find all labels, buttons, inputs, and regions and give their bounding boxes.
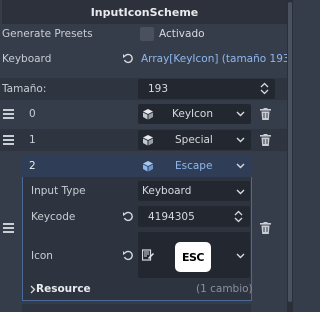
- generate-presets-checkbox[interactable]: [140, 27, 154, 41]
- chevron-right-icon[interactable]: [29, 285, 36, 294]
- item-2-type: Escape: [175, 160, 213, 172]
- trash-icon[interactable]: [260, 134, 271, 146]
- size-label: Tamaño:: [2, 83, 47, 95]
- resource-section-label[interactable]: Resource: [36, 283, 91, 295]
- inspector-title: InputIconScheme: [2, 0, 287, 24]
- input-type-value: Keyboard: [142, 185, 192, 197]
- drag-handle-icon[interactable]: [3, 109, 14, 119]
- revert-icon[interactable]: [122, 211, 134, 223]
- resource-changes: (1 cambio): [196, 283, 253, 295]
- revert-icon[interactable]: [122, 250, 134, 262]
- item-index-0: 0: [29, 108, 36, 120]
- item-2-index-bg: [22, 155, 138, 177]
- chevron-down-icon[interactable]: [236, 187, 245, 196]
- generate-presets-label: Generate Presets: [2, 28, 93, 40]
- chevron-down-icon[interactable]: [236, 251, 245, 260]
- next-row-partial: [22, 304, 251, 312]
- spin-arrows-icon[interactable]: [260, 82, 269, 95]
- spin-arrows-icon[interactable]: [234, 210, 243, 223]
- drag-handle-icon[interactable]: [3, 223, 14, 233]
- chevron-down-icon[interactable]: [236, 161, 245, 170]
- keyboard-array-button[interactable]: Array[KeyIcon] (tamaño 193: [141, 53, 287, 65]
- keycode-value: 4194305: [148, 210, 195, 223]
- generate-presets-checkbox-label[interactable]: Activado: [159, 28, 205, 40]
- size-value: 193: [148, 83, 169, 95]
- trash-icon[interactable]: [260, 222, 271, 234]
- scrollbar-thumb[interactable]: [288, 2, 292, 302]
- escape-key-preview-image: ESC: [175, 242, 211, 272]
- texture-edit-icon: [142, 249, 154, 261]
- size-spinbox[interactable]: 193: [138, 79, 275, 99]
- input-type-dropdown[interactable]: Keyboard: [138, 181, 250, 201]
- preview-key-text: ESC: [181, 250, 205, 264]
- cube-icon: [142, 134, 154, 146]
- input-type-label: Input Type: [31, 185, 86, 197]
- item-index-2: 2: [29, 160, 36, 172]
- chevron-down-icon[interactable]: [236, 135, 245, 144]
- keycode-label: Keycode: [31, 211, 76, 223]
- keyboard-label: Keyboard: [2, 53, 52, 65]
- icon-label: Icon: [31, 250, 53, 262]
- trash-icon[interactable]: [260, 108, 271, 120]
- drag-handle-icon[interactable]: [3, 135, 14, 145]
- item-0-type: KeyIcon: [172, 108, 213, 120]
- cube-icon: [142, 108, 154, 120]
- chevron-down-icon[interactable]: [236, 109, 245, 118]
- revert-icon[interactable]: [122, 53, 134, 65]
- cube-icon: [142, 160, 154, 172]
- item-index-1: 1: [29, 134, 36, 146]
- item-1-type: Special: [175, 134, 213, 146]
